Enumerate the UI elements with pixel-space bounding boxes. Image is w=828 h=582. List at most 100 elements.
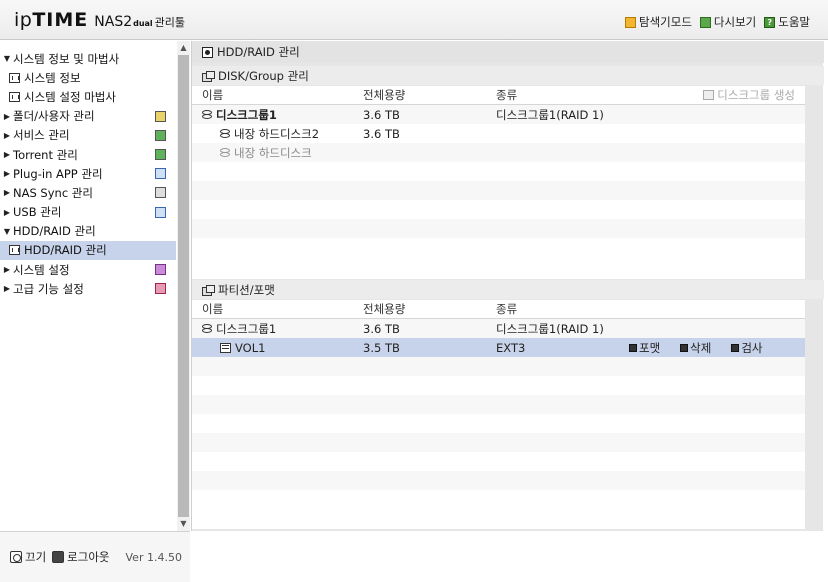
sync-icon <box>155 187 166 199</box>
create-group-icon <box>703 90 715 100</box>
row-name-cell: 내장 하드디스크2 <box>192 126 363 142</box>
brand-nas: NAS2 <box>94 14 133 30</box>
hdd-icon <box>9 245 20 256</box>
app-header: ip TIME NAS2 dual 관리툴 탐색기모드 다시보기 ? 도움말 <box>0 0 828 40</box>
row-type: EXT3 <box>496 340 526 355</box>
empty-row <box>192 238 805 257</box>
refresh-link[interactable]: 다시보기 <box>699 14 756 30</box>
table-header: 이름 전체용량 종류 <box>192 300 805 319</box>
menu-service[interactable]: ▶ 서비스 관리 <box>0 126 176 145</box>
menu-hdd-raid-group[interactable]: ▼ HDD/RAID 관리 <box>0 222 176 241</box>
empty-row <box>192 471 805 490</box>
row-type: 디스크그룹1(RAID 1) <box>496 107 604 122</box>
row-size: 3.6 TB <box>363 321 400 336</box>
col-name-header: 이름 <box>202 88 224 102</box>
menu-usb[interactable]: ▶ USB 관리 <box>0 203 176 222</box>
sidebar-scrollbar[interactable]: ▲ ▼ <box>177 41 190 531</box>
row-name-cell: VOL1 <box>192 341 363 355</box>
menu-label: 시스템 정보 및 마법사 <box>13 51 120 66</box>
delete-label: 삭제 <box>690 340 712 355</box>
partition-title-text: 파티션/포맷 <box>218 282 275 297</box>
row-size: 3.5 TB <box>363 340 400 355</box>
col-size-header: 전체용량 <box>363 88 406 102</box>
check-label: 검사 <box>741 340 763 355</box>
row-name: 내장 하드디스크 <box>234 145 312 160</box>
create-disk-group-button[interactable]: 디스크그룹 생성 <box>703 87 795 103</box>
table-row[interactable]: 디스크그룹1 3.6 TB 디스크그룹1(RAID 1) <box>192 105 805 124</box>
disk-group-icon <box>202 110 212 119</box>
disk-group-title-text: DISK/Group 관리 <box>218 68 309 83</box>
menu-label: 서비스 관리 <box>13 128 70 143</box>
brand-dual: dual <box>133 19 153 28</box>
menu-system-settings[interactable]: ▶ 시스템 설정 <box>0 260 176 279</box>
main-panel: HDD/RAID 관리 DISK/Group 관리 이름 전체용량 종류 디스크… <box>191 41 824 531</box>
col-size-header: 전체용량 <box>363 302 406 316</box>
scroll-thumb[interactable] <box>178 55 189 517</box>
row-name: VOL1 <box>235 340 266 355</box>
menu-system-info[interactable]: 시스템 정보 <box>0 68 176 87</box>
menu-label: 시스템 설정 <box>13 262 70 277</box>
version-text: Ver 1.4.50 <box>125 550 182 564</box>
menu-label: NAS Sync 관리 <box>13 185 93 200</box>
table-row-selected[interactable]: VOL1 3.5 TB EXT3 포맷 삭제 검사 <box>192 338 805 357</box>
logout-button[interactable]: 로그아웃 <box>52 549 110 565</box>
table-row[interactable]: 내장 하드디스크2 3.6 TB <box>192 124 805 143</box>
explorer-mode-label: 탐색기모드 <box>639 15 692 29</box>
create-disk-group-label: 디스크그룹 생성 <box>717 88 795 102</box>
help-link[interactable]: ? 도움말 <box>764 14 810 30</box>
brand-logo: ip TIME NAS2 dual 관리툴 <box>14 9 185 33</box>
logout-icon <box>52 551 65 563</box>
empty-row <box>192 200 805 219</box>
volume-icon <box>220 342 231 353</box>
wizard-panel-icon <box>9 91 20 102</box>
page-title-text: HDD/RAID 관리 <box>217 45 300 59</box>
expanded-arrow-icon: ▼ <box>3 54 11 64</box>
disk-group-table: 이름 전체용량 종류 디스크그룹 생성 디스크그룹1 3.6 TB 디스크그룹1… <box>192 86 805 279</box>
menu-setup-wizard[interactable]: 시스템 설정 마법사 <box>0 87 176 106</box>
menu-nas-sync[interactable]: ▶ NAS Sync 관리 <box>0 183 176 202</box>
format-button[interactable]: 포맷 <box>629 340 660 356</box>
empty-row <box>192 395 805 414</box>
menu-system-info-wizard[interactable]: ▼ 시스템 정보 및 마법사 <box>0 49 176 68</box>
power-off-label: 끄기 <box>25 550 47 564</box>
plugin-icon <box>155 168 166 180</box>
power-off-button[interactable]: 끄기 <box>10 549 46 565</box>
empty-row <box>192 357 805 376</box>
service-icon <box>155 129 166 141</box>
menu-folder-user[interactable]: ▶ 폴더/사용자 관리 <box>0 107 176 126</box>
menu-torrent[interactable]: ▶ Torrent 관리 <box>0 145 176 164</box>
menu-label: HDD/RAID 관리 <box>13 224 96 239</box>
empty-row <box>192 414 805 433</box>
scroll-down-icon[interactable]: ▼ <box>177 517 190 531</box>
advanced-settings-icon <box>155 283 166 295</box>
empty-row <box>192 452 805 471</box>
row-name-cell: 내장 하드디스크 <box>192 145 363 161</box>
scroll-up-icon[interactable]: ▲ <box>177 41 190 55</box>
brand-admin: 관리툴 <box>154 16 186 29</box>
empty-row <box>192 490 805 509</box>
row-name-cell: 디스크그룹1 <box>192 107 363 123</box>
collapsed-arrow-icon: ▶ <box>3 130 11 140</box>
explorer-mode-link[interactable]: 탐색기모드 <box>625 14 692 30</box>
check-button[interactable]: 검사 <box>731 340 763 356</box>
menu-label: 시스템 설정 마법사 <box>24 89 116 104</box>
folder-user-icon <box>155 110 166 122</box>
menu-label: 폴더/사용자 관리 <box>13 109 95 124</box>
format-icon <box>629 343 637 352</box>
help-label: 도움말 <box>778 15 810 29</box>
collapsed-arrow-icon: ▶ <box>3 284 11 294</box>
sidebar-menu: ▼ 시스템 정보 및 마법사 시스템 정보 시스템 설정 마법사 ▶ 폴더/사용… <box>0 41 176 531</box>
header-links: 탐색기모드 다시보기 ? 도움말 <box>625 14 810 30</box>
menu-plugin-app[interactable]: ▶ Plug-in APP 관리 <box>0 164 176 183</box>
menu-hdd-raid[interactable]: HDD/RAID 관리 <box>0 240 176 261</box>
menu-label: USB 관리 <box>13 205 62 220</box>
row-size: 3.6 TB <box>363 107 400 122</box>
hard-disk-icon <box>220 148 230 157</box>
table-row[interactable]: 디스크그룹1 3.6 TB 디스크그룹1(RAID 1) <box>192 319 805 338</box>
menu-advanced-settings[interactable]: ▶ 고급 기능 설정 <box>0 279 176 298</box>
delete-button[interactable]: 삭제 <box>680 340 711 356</box>
table-row[interactable]: 내장 하드디스크 <box>192 143 805 162</box>
usb-icon <box>155 206 166 218</box>
partition-section-title: 파티션/포맷 <box>192 280 824 299</box>
refresh-icon <box>699 16 711 28</box>
